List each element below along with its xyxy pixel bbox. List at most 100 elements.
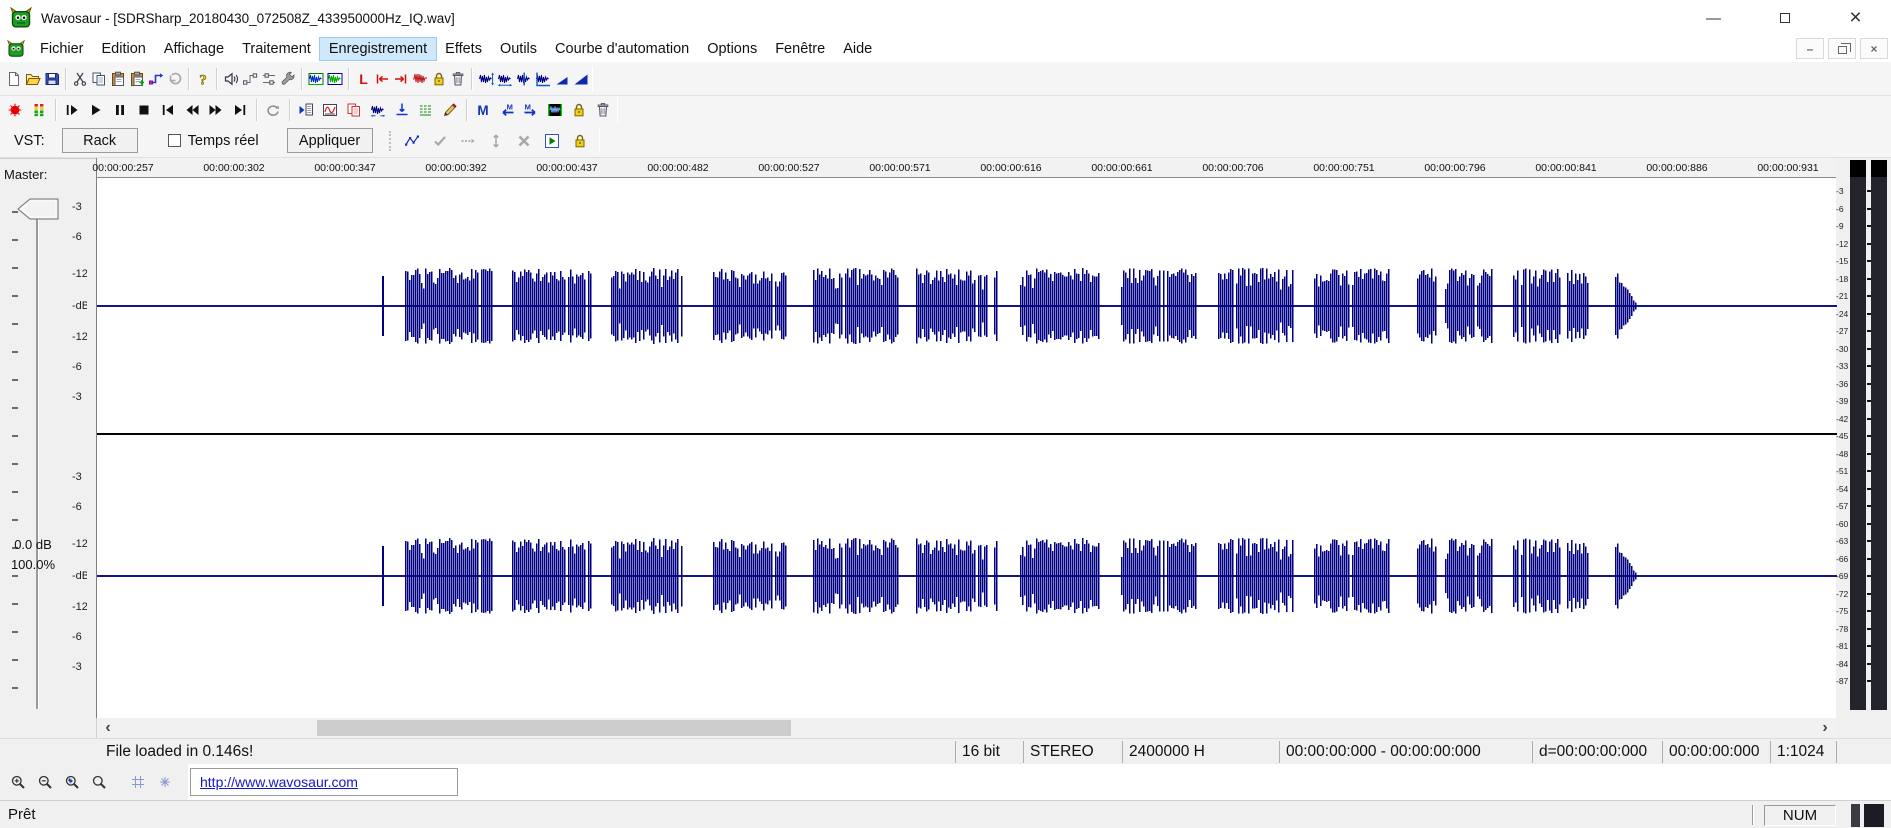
trash-button[interactable] — [448, 68, 467, 90]
menu-item-outils[interactable]: Outils — [491, 38, 546, 60]
zoom-sel-button[interactable] — [60, 771, 83, 793]
zoom-wave-h-button[interactable] — [495, 68, 514, 90]
go-end-button[interactable] — [228, 99, 252, 121]
record-button[interactable] — [3, 99, 27, 121]
zoom-out-button[interactable] — [33, 771, 56, 793]
cut-button[interactable] — [70, 68, 89, 90]
menu-item-aide[interactable]: Aide — [834, 38, 881, 60]
grid-b-button[interactable] — [153, 771, 176, 793]
copy-button[interactable] — [89, 68, 108, 90]
stats-button[interactable] — [318, 99, 342, 121]
resample-button[interactable] — [414, 99, 438, 121]
menu-item-courbe-d-automation[interactable]: Courbe d'automation — [546, 38, 698, 60]
menu-item-effets[interactable]: Effets — [436, 38, 491, 60]
insert-silence-button[interactable] — [390, 99, 414, 121]
pencil-button[interactable] — [438, 99, 462, 121]
zoom-wave-sel-button[interactable] — [514, 68, 533, 90]
new-button[interactable] — [4, 68, 23, 90]
node-a-button[interactable] — [240, 68, 259, 90]
wave-calc-button[interactable] — [306, 68, 325, 90]
scrollbar-thumb[interactable] — [317, 720, 791, 736]
db-scale-label: -72 — [1836, 589, 1851, 599]
node-b-button[interactable] — [259, 68, 278, 90]
horizontal-scrollbar[interactable]: ‹ › — [96, 718, 1836, 738]
play-button[interactable] — [84, 99, 108, 121]
wave-view-button[interactable] — [325, 68, 344, 90]
help-button[interactable]: ? — [193, 68, 212, 90]
waveform-display[interactable] — [97, 178, 1837, 718]
scroll-right-button[interactable]: › — [1814, 718, 1836, 738]
check-button[interactable] — [429, 130, 451, 152]
wave-zoom-button[interactable] — [366, 99, 390, 121]
marker-button[interactable]: M — [471, 99, 495, 121]
minimize-button[interactable]: — — [1678, 0, 1749, 36]
speaker-button[interactable] — [221, 68, 240, 90]
wave-rise-a-button[interactable] — [552, 68, 571, 90]
vst-rack-button[interactable]: Rack — [62, 128, 138, 153]
clear-button[interactable] — [513, 130, 535, 152]
paste-button[interactable] — [108, 68, 127, 90]
ruler-timestamp: 00:00:00:706 — [1198, 162, 1268, 174]
trim-button[interactable] — [146, 68, 165, 90]
master-slider-handle[interactable] — [16, 197, 60, 221]
menu-item-options[interactable]: Options — [698, 38, 766, 60]
loop-button[interactable] — [261, 99, 285, 121]
menu-item-enregistrement[interactable]: Enregistrement — [320, 38, 436, 60]
menu-item-fichier[interactable]: Fichier — [31, 38, 93, 60]
close-button[interactable]: × — [1820, 0, 1891, 36]
waveform-area[interactable] — [96, 178, 1836, 718]
menu-item-affichage[interactable]: Affichage — [155, 38, 233, 60]
pause-icon — [112, 102, 128, 118]
loop-in-button[interactable] — [372, 68, 391, 90]
menu-item-traitement[interactable]: Traitement — [233, 38, 320, 60]
pause-button[interactable] — [108, 99, 132, 121]
curve-button[interactable] — [401, 130, 423, 152]
realtime-checkbox[interactable] — [168, 134, 181, 147]
marker-prev-button[interactable]: M — [495, 99, 519, 121]
zoom-wave-edge-button[interactable] — [533, 68, 552, 90]
play-box-icon — [544, 133, 560, 149]
forward-button[interactable] — [204, 99, 228, 121]
loop-out-button[interactable] — [391, 68, 410, 90]
mdi-restore-button[interactable] — [1828, 38, 1856, 59]
wavosaur-link[interactable]: http://www.wavosaur.com — [200, 774, 358, 790]
undo-button[interactable] — [165, 68, 184, 90]
copy-special-button[interactable] — [342, 99, 366, 121]
wrench-button[interactable] — [278, 68, 297, 90]
mdi-minimize-button[interactable]: – — [1796, 38, 1824, 59]
wave-invert-button[interactable] — [543, 99, 567, 121]
zoom-in-button[interactable] — [6, 771, 29, 793]
resize-grip[interactable] — [1864, 804, 1884, 827]
zoom-all-button[interactable] — [87, 771, 110, 793]
lock-button[interactable] — [429, 68, 448, 90]
scroll-left-button[interactable]: ‹ — [97, 718, 119, 738]
menu-item-edition[interactable]: Edition — [93, 38, 155, 60]
maximize-button[interactable] — [1749, 0, 1820, 36]
play-from-cursor-button[interactable] — [60, 99, 84, 121]
stop-button[interactable] — [132, 99, 156, 121]
master-slider-track[interactable] — [36, 207, 39, 709]
mdi-close-button[interactable]: × — [1860, 38, 1888, 59]
vst-apply-button[interactable]: Appliquer — [287, 128, 373, 153]
save-button[interactable] — [42, 68, 61, 90]
levels-button[interactable] — [27, 99, 51, 121]
step-button[interactable] — [457, 130, 479, 152]
marker-next-button[interactable]: M — [519, 99, 543, 121]
open-button[interactable] — [23, 68, 42, 90]
rewind-button[interactable] — [180, 99, 204, 121]
wave-red-button[interactable] — [410, 68, 429, 90]
go-start-button[interactable] — [156, 99, 180, 121]
zoom-wave-v-button[interactable] — [476, 68, 495, 90]
trash-button[interactable] — [591, 99, 615, 121]
wave-rise-b-button[interactable] — [571, 68, 590, 90]
loop-l-button[interactable]: L — [353, 68, 372, 90]
lock-button[interactable] — [569, 130, 591, 152]
timeline-ruler[interactable]: 00:00:00:25700:00:00:30200:00:00:34700:0… — [96, 158, 1836, 178]
play-box-button[interactable] — [541, 130, 563, 152]
vrange-button[interactable] — [485, 130, 507, 152]
lock-button[interactable] — [567, 99, 591, 121]
play-doc-button[interactable] — [294, 99, 318, 121]
menu-item-fenetre[interactable]: Fenêtre — [766, 38, 834, 60]
paste-add-button[interactable] — [127, 68, 146, 90]
grid-a-button[interactable] — [126, 771, 149, 793]
